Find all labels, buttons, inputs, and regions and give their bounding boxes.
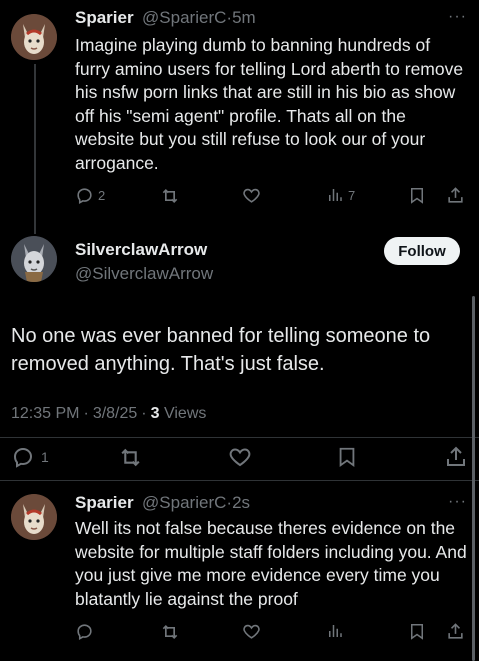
views-count: 7 [348,187,356,203]
like-button[interactable] [228,445,252,469]
reply-button[interactable] [75,622,94,641]
retweet-icon [162,188,178,204]
retweet-button[interactable] [160,186,180,206]
bookmark-icon [411,624,423,640]
author-name[interactable]: Sparier [75,8,134,27]
bookmark-button[interactable] [408,186,426,205]
timestamp[interactable]: 2s [232,493,250,512]
more-icon[interactable]: ··· [448,8,467,26]
author-name[interactable]: Sparier [75,493,134,512]
tweet-text: Well its not false because theres eviden… [75,518,467,609]
share-icon [447,446,465,466]
views-icon [329,189,342,201]
scrollbar[interactable] [472,296,475,661]
views-label[interactable]: Views [164,405,206,422]
thread-line [34,64,36,234]
author-handle[interactable]: @SparierC [142,8,226,27]
reply-icon [77,624,92,640]
bookmark-icon [339,447,355,468]
divider [0,480,479,481]
share-button[interactable] [444,445,468,469]
like-button[interactable] [242,186,261,205]
share-button[interactable] [446,186,465,205]
tweet-text: Imagine playing dumb to banning hundreds… [75,35,464,173]
views-button[interactable]: 7 [326,186,355,204]
tweet-header: Sparier @SparierC·5m [75,8,256,28]
retweet-button[interactable] [160,622,180,642]
author-handle[interactable]: @SparierC [142,493,226,512]
reply-icon [13,447,33,468]
bookmark-button[interactable] [336,445,358,469]
heart-icon [243,624,260,639]
reply-count: 2 [98,188,106,203]
separator-dot: · [83,405,89,422]
bookmark-icon [411,188,423,204]
share-icon [448,623,463,639]
views-button[interactable] [326,622,344,640]
date[interactable]: 3/8/25 [93,405,137,422]
timestamp[interactable]: 12:35 PM [11,405,79,422]
avatar[interactable] [11,494,57,540]
author-handle[interactable]: @SilverclawArrow [75,264,213,284]
avatar[interactable] [11,14,57,60]
views-icon [329,625,342,637]
more-icon[interactable]: ··· [448,493,467,511]
reply-button[interactable]: 1 [11,445,49,469]
tweet-meta: 12:35 PM · 3/8/25 · 3 Views [11,405,206,423]
reply-icon [77,188,92,204]
reply-button[interactable]: 2 [75,186,105,205]
bookmark-button[interactable] [408,622,426,641]
follow-button[interactable]: Follow [384,237,460,265]
divider [0,437,479,438]
avatar[interactable] [11,236,57,282]
tweet-header: Sparier @SparierC·2s [75,493,250,513]
views-count[interactable]: 3 [151,405,160,422]
share-button[interactable] [446,622,465,641]
retweet-icon [162,624,178,640]
retweet-icon [121,448,140,467]
main-tweet-text: No one was ever banned for telling someo… [11,325,431,375]
like-button[interactable] [242,622,261,641]
retweet-button[interactable] [118,445,143,470]
share-icon [448,187,463,203]
separator-dot: · [141,405,147,422]
timestamp[interactable]: 5m [232,8,256,27]
heart-icon [229,448,251,467]
author-name[interactable]: SilverclawArrow [75,240,207,260]
reply-count: 1 [41,449,49,465]
heart-icon [243,188,260,203]
